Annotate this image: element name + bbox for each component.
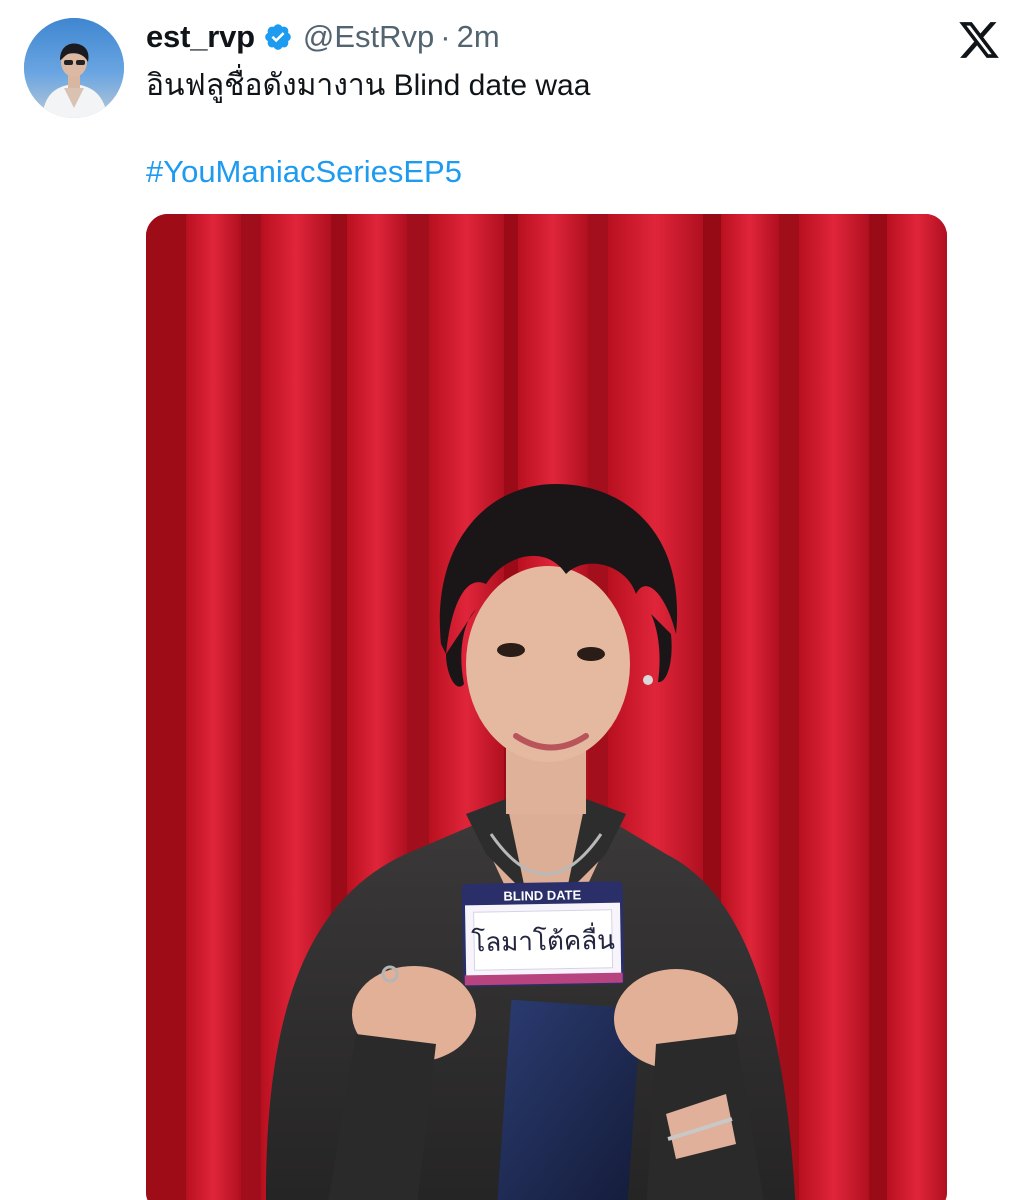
hashtag-link[interactable]: #YouManiacSeriesEP5 [146,150,462,194]
tweet-card: est_rvp @EstRvp · 2m อินฟลูชื่อดังมางาน … [0,0,1029,1200]
handle[interactable]: @EstRvp [303,19,434,55]
tweet-header: est_rvp @EstRvp · 2m [146,14,500,60]
x-logo-icon[interactable] [957,18,1001,62]
tweet-text: อินฟลูชื่อดังมางาน Blind date waa [146,69,591,102]
avatar[interactable] [24,18,124,118]
avatar-image [24,18,124,118]
card-header-text: BLIND DATE [503,887,581,903]
separator-dot: · [440,19,451,54]
display-name[interactable]: est_rvp [146,19,255,55]
timestamp[interactable]: 2m [457,19,500,55]
verified-badge-icon [265,24,291,50]
photo-illustration: BLIND DATE โลมาโต้คลื่น [146,214,947,1200]
card-name-text: โลมาโต้คลื่น [471,922,615,958]
name-card: BLIND DATE โลมาโต้คลื่น [461,881,625,987]
tweet-media-photo[interactable]: BLIND DATE โลมาโต้คลื่น [146,214,947,1200]
